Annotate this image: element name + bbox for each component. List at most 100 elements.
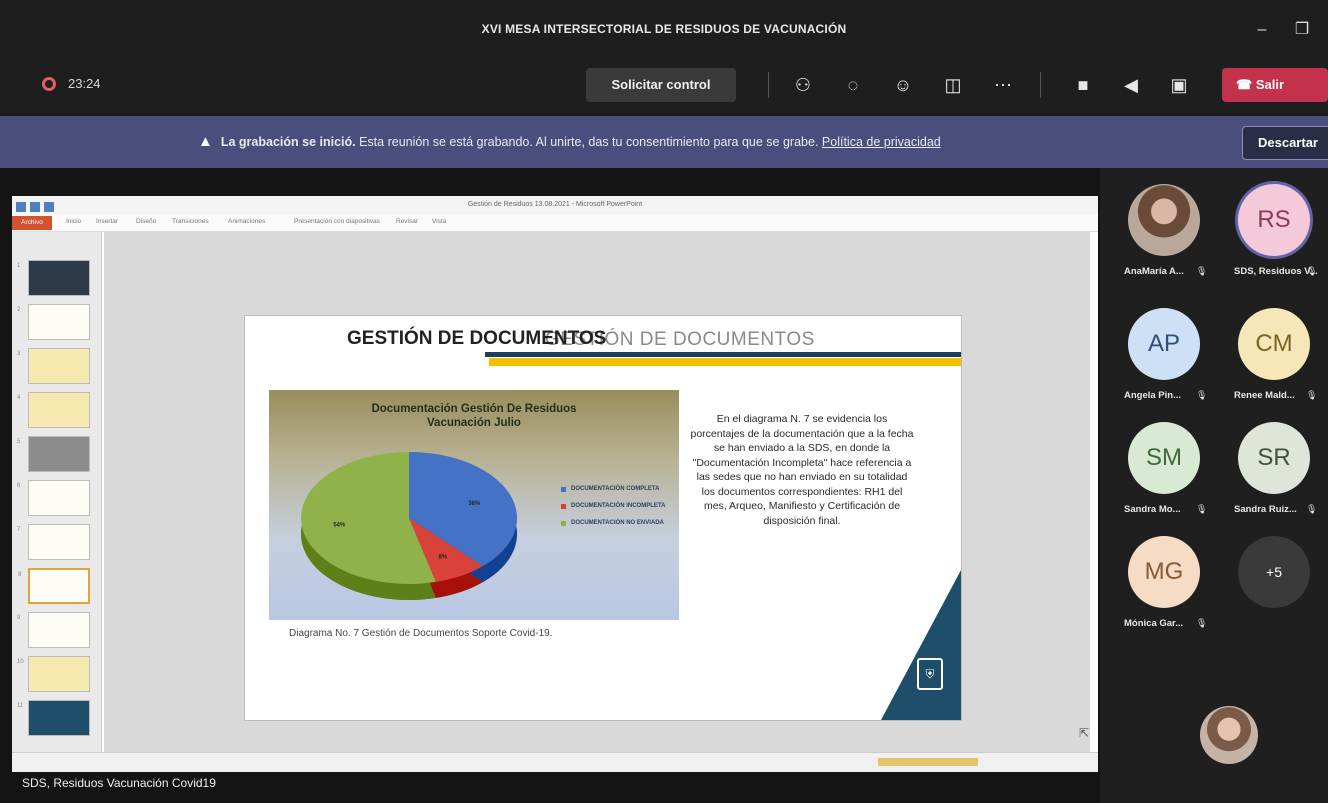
participant-name: Sandra Ruiz... — [1234, 504, 1297, 515]
recording-icon — [42, 77, 56, 91]
chart-legend: DOCUMENTACIÓN COMPLETA DOCUMENTACIÓN INCO… — [561, 486, 671, 537]
reactions-icon[interactable]: ☺ — [888, 70, 918, 100]
tab-transitions: Transiciones — [172, 218, 209, 225]
powerpoint-logo-icon — [16, 202, 26, 212]
legend-swatch — [561, 521, 566, 526]
participant-tile[interactable]: AP Angela Pin... 🎙 — [1100, 308, 1210, 428]
bogota-seal-icon: ⛨ — [917, 658, 943, 690]
slide-thumbnail: 4 — [17, 392, 90, 428]
phone-hangup-icon: ☎ — [1236, 77, 1253, 92]
slide-thumbnail: 7 — [17, 524, 90, 560]
powerpoint-status-bar — [12, 752, 1098, 772]
title-bar: XVI MESA INTERSECTORIAL DE RESIDUOS DE V… — [0, 0, 1328, 56]
recording-message: ▲ La grabación se inició. Esta reunión se… — [198, 133, 941, 150]
powerpoint-title: Gestión de Residuos 13.08.2021 - Microso… — [12, 196, 1098, 214]
divider — [768, 72, 769, 98]
pie-data-label: 54% — [333, 522, 346, 528]
pie-svg: 38% 8% 54% — [300, 452, 517, 600]
restore-icon[interactable]: ❐ — [1286, 16, 1318, 44]
slide-thumbnail-selected: 8 — [18, 568, 90, 604]
slide-title: GESTIÓN DE DOCUMENTOS — [347, 328, 607, 349]
title-underline-dark — [485, 352, 961, 357]
participant-tile[interactable]: CM Renee Mald... 🎙 — [1210, 308, 1320, 428]
recording-banner: ▲ La grabación se inició. Esta reunión se… — [0, 116, 1328, 168]
slide-thumbnails: 1 2 3 4 5 6 7 8 9 10 11 — [12, 232, 102, 752]
legend-item: DOCUMENTACIÓN NO ENVIADA — [561, 520, 671, 527]
shared-screen: Gestión de Residuos 13.08.2021 - Microso… — [0, 168, 1100, 803]
rooms-icon[interactable]: ◫ — [938, 70, 968, 100]
avatar: RS — [1238, 184, 1310, 256]
participant-tile[interactable]: AnaMaría A... 🎙 — [1100, 184, 1210, 304]
legend-label: DOCUMENTACIÓN INCOMPLETA — [571, 503, 666, 509]
slide-description: En el diagrama N. 7 se evidencia los por… — [690, 413, 914, 527]
meeting-timer: 23:24 — [68, 76, 101, 91]
legend-item: DOCUMENTACIÓN COMPLETA — [561, 486, 671, 493]
tab-design: Diseño — [136, 218, 157, 225]
minimize-icon[interactable]: – — [1246, 16, 1278, 44]
mic-muted-icon: 🎙 — [1306, 504, 1318, 514]
participant-name: Mónica Gar... — [1124, 618, 1184, 629]
teams-meeting-window: XVI MESA INTERSECTORIAL DE RESIDUOS DE V… — [0, 0, 1328, 803]
slide-thumbnail: 1 — [17, 260, 90, 296]
corner-decoration — [881, 570, 961, 720]
tab-view: Vista — [432, 218, 447, 225]
mic-muted-icon: 🎙 — [1196, 266, 1208, 276]
legend-label: DOCUMENTACIÓN COMPLETA — [571, 486, 660, 492]
tab-slideshow: Presentación con diapositivas — [294, 218, 380, 225]
participant-tile[interactable]: SM Sandra Mo... 🎙 — [1100, 422, 1210, 542]
powerpoint-ribbon: Archivo Inicio Insertar Diseño Transicio… — [12, 214, 1098, 232]
mic-muted-icon: 🎙 — [1196, 390, 1208, 400]
mic-muted-icon: 🎙 — [1196, 504, 1208, 514]
tab-insert: Insertar — [96, 218, 119, 225]
slide-thumbnail: 2 — [17, 304, 90, 340]
legend-swatch — [561, 487, 566, 492]
avatar: MG — [1128, 536, 1200, 608]
participant-tile[interactable]: SR Sandra Ruiz... 🎙 — [1210, 422, 1320, 542]
camera-off-icon[interactable]: ■ — [1068, 70, 1098, 100]
title-underline-gold — [489, 358, 961, 366]
legend-item: DOCUMENTACIÓN INCOMPLETA — [561, 503, 671, 510]
avatar: AP — [1128, 308, 1200, 380]
slide-thumbnail: 10 — [17, 656, 90, 692]
zoom-control — [878, 758, 978, 766]
undo-icon — [44, 202, 54, 212]
recording-message-text: Esta reunión se está grabando. Al unirte… — [355, 135, 822, 149]
mic-muted-icon: 🎙 — [1196, 618, 1208, 628]
meeting-toolbar: 23:24 Solicitar control ⚇ ◌ ☺ ◫ ⋯ ■ ◀ ▣ … — [0, 56, 1328, 112]
save-icon — [30, 202, 40, 212]
mic-off-icon[interactable]: ◀ — [1116, 70, 1146, 100]
powerpoint-window: Gestión de Residuos 13.08.2021 - Microso… — [12, 196, 1098, 772]
mic-muted-icon: 🎙 — [1306, 390, 1318, 400]
slide-thumbnail: 3 — [17, 348, 90, 384]
more-participants-tile[interactable]: +5 — [1210, 536, 1320, 656]
share-icon[interactable]: ▣ — [1164, 70, 1194, 100]
participants-panel: AnaMaría A... 🎙 RS SDS, Residuos V... 🎙 AP Ang… — [1100, 168, 1328, 803]
participant-tile[interactable]: RS SDS, Residuos V... 🎙 — [1210, 184, 1320, 304]
request-control-button[interactable]: Solicitar control — [586, 68, 736, 102]
avatar: SR — [1238, 422, 1310, 494]
privacy-policy-link[interactable]: Política de privacidad — [822, 135, 941, 149]
avatar: +5 — [1238, 536, 1310, 608]
leave-button[interactable]: ☎ Salir — [1222, 68, 1328, 102]
dismiss-button[interactable]: Descartar — [1242, 126, 1328, 160]
presenter-label: SDS, Residuos Vacunación Covid19 — [22, 776, 216, 790]
participants-icon[interactable]: ⚇ — [788, 70, 818, 100]
participant-name: Renee Mald... — [1234, 390, 1295, 401]
slide-thumbnail: 11 — [17, 700, 90, 736]
participant-tile[interactable]: MG Mónica Gar... 🎙 — [1100, 536, 1210, 656]
mouse-cursor-icon: ⇱ — [1079, 726, 1090, 740]
leave-label: Salir — [1255, 77, 1285, 92]
quick-access-toolbar — [16, 199, 86, 212]
chat-icon[interactable]: ◌ — [838, 70, 868, 100]
warning-icon: ▲ — [198, 133, 213, 150]
more-icon[interactable]: ⋯ — [988, 70, 1018, 100]
chart-caption: Diagrama No. 7 Gestión de Documentos Sop… — [289, 628, 553, 639]
recording-message-bold: La grabación se inició. — [220, 135, 356, 149]
current-slide: GESTIÓN DE DOCUMENTOS GESTIÓN DE DOCUMEN… — [245, 316, 961, 720]
slide-thumbnail: 9 — [17, 612, 90, 648]
slide-canvas: GESTIÓN DE DOCUMENTOS GESTIÓN DE DOCUMEN… — [104, 232, 1090, 752]
participant-name: AnaMaría A... — [1124, 266, 1184, 277]
slide-thumbnail: 6 — [17, 480, 90, 516]
legend-swatch — [561, 504, 566, 509]
legend-label: DOCUMENTACIÓN NO ENVIADA — [571, 520, 664, 526]
